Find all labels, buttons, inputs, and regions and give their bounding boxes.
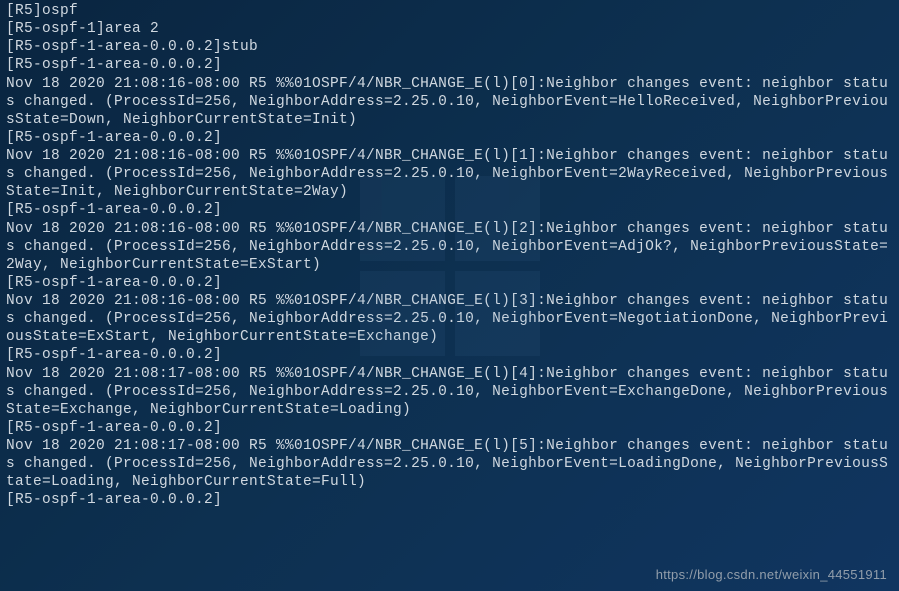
terminal-line: Nov 18 2020 21:08:16-08:00 R5 %%01OSPF/4… (6, 75, 893, 129)
terminal-line: Nov 18 2020 21:08:17-08:00 R5 %%01OSPF/4… (6, 437, 893, 491)
terminal-line: [R5-ospf-1-area-0.0.0.2] (6, 129, 893, 147)
terminal-line: [R5-ospf-1-area-0.0.0.2] (6, 274, 893, 292)
terminal-line: [R5-ospf-1-area-0.0.0.2] (6, 201, 893, 219)
terminal-line: [R5]ospf (6, 2, 893, 20)
terminal-line: Nov 18 2020 21:08:16-08:00 R5 %%01OSPF/4… (6, 292, 893, 346)
terminal-line: [R5-ospf-1-area-0.0.0.2]stub (6, 38, 893, 56)
terminal-line: Nov 18 2020 21:08:16-08:00 R5 %%01OSPF/4… (6, 220, 893, 274)
terminal-line: [R5-ospf-1-area-0.0.0.2] (6, 56, 893, 74)
terminal-line: Nov 18 2020 21:08:16-08:00 R5 %%01OSPF/4… (6, 147, 893, 201)
terminal-line: [R5-ospf-1-area-0.0.0.2] (6, 346, 893, 364)
terminal-line: [R5-ospf-1]area 2 (6, 20, 893, 38)
terminal-line: [R5-ospf-1-area-0.0.0.2] (6, 491, 893, 509)
terminal-line: [R5-ospf-1-area-0.0.0.2] (6, 419, 893, 437)
terminal-line: Nov 18 2020 21:08:17-08:00 R5 %%01OSPF/4… (6, 365, 893, 419)
terminal-output[interactable]: [R5]ospf [R5-ospf-1]area 2 [R5-ospf-1-ar… (6, 2, 893, 510)
watermark-text: https://blog.csdn.net/weixin_44551911 (656, 567, 887, 583)
